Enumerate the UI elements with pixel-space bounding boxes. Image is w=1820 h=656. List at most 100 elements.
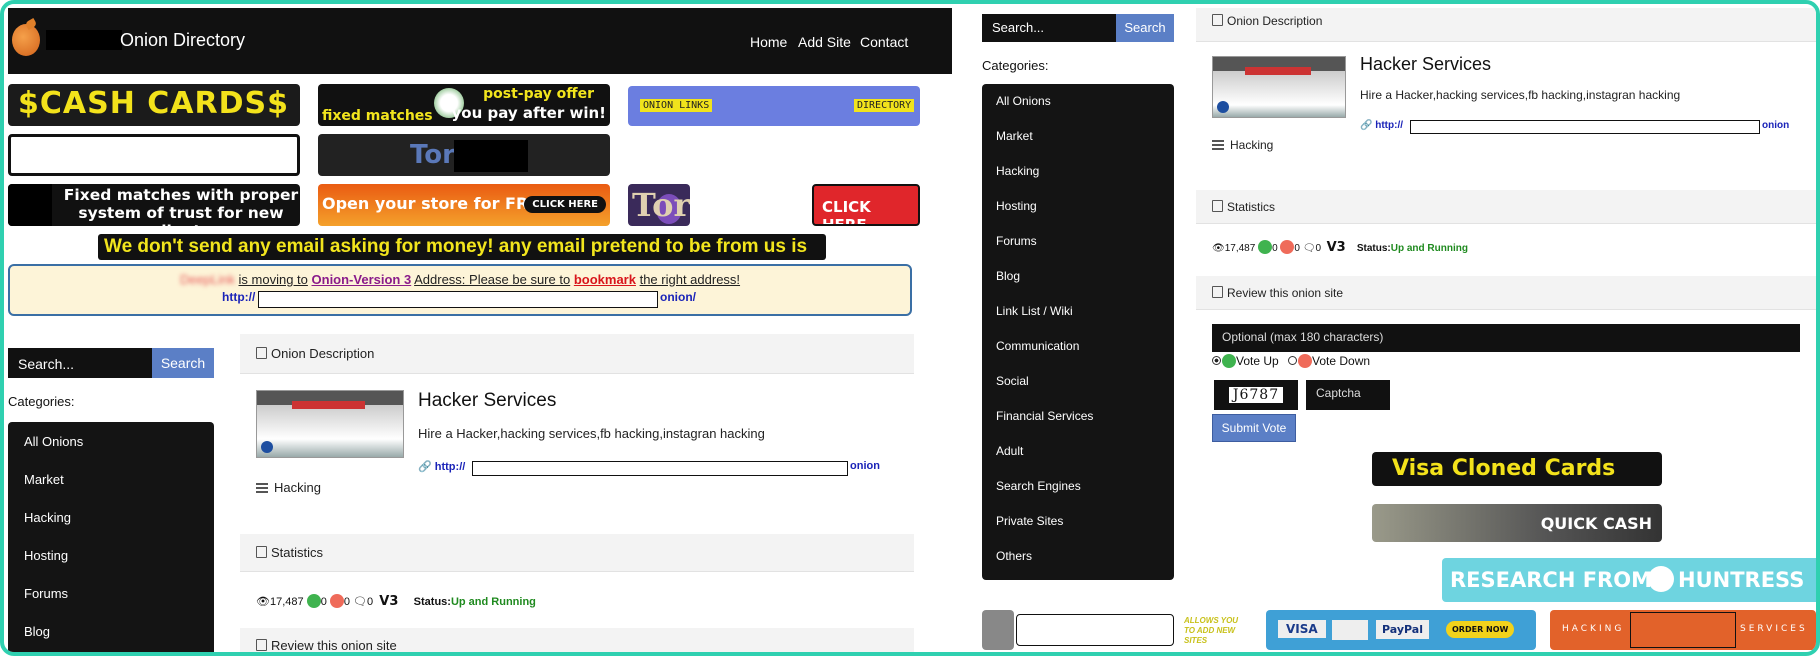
category-forums-2[interactable]: Forums [996, 234, 1037, 248]
hacking-services-ad[interactable]: HACKING SERVICES [1550, 610, 1816, 650]
blurred-site-name: DeepLink [179, 272, 235, 287]
allows-add-sites-text: ALLOWS YOU TO ADD NEW SITES [1184, 616, 1239, 645]
vote-up-option[interactable]: Vote Up [1212, 354, 1279, 368]
huntress-ad[interactable]: RESEARCH FROM HUNTRESS [1442, 558, 1816, 602]
top-navbar: Onion Directory Home Add Site Contact [8, 8, 952, 74]
onion-links-banner[interactable]: ONION LINKS DIRECTORY [628, 86, 920, 126]
screenshot-frame: Onion Directory Home Add Site Contact $C… [0, 0, 1820, 656]
category-search-engines[interactable]: Search Engines [996, 479, 1081, 493]
category-link-list[interactable]: Link List / Wiki [996, 304, 1073, 318]
nav-add-site-link[interactable]: Add Site [798, 34, 851, 50]
category-hacking[interactable]: Hacking [24, 510, 71, 525]
post-pay-banner[interactable]: post-pay offer you pay after win! fixed … [318, 84, 610, 126]
notice-url-redacted[interactable] [258, 291, 658, 308]
site-thumbnail-2[interactable] [1212, 56, 1346, 118]
eye-icon-2: 👁 [1212, 243, 1225, 254]
listing-description-2: Hire a Hacker,hacking services,fb hackin… [1360, 88, 1681, 102]
bookmark-link[interactable]: bookmark [574, 272, 636, 287]
vote-up-radio[interactable] [1212, 356, 1221, 365]
captcha-text: J6787 [1228, 387, 1284, 403]
review-comment-input[interactable]: Optional (max 180 characters) [1212, 324, 1800, 352]
click-here-banner[interactable]: CLICK HERE [812, 184, 920, 226]
views-count: 17,487 [269, 596, 304, 608]
category-hacking-2[interactable]: Hacking [996, 164, 1039, 178]
vote-up-label: Vote Up [1236, 354, 1279, 368]
vote-down-label: Vote Down [1312, 354, 1371, 368]
category-all-onions-2[interactable]: All Onions [996, 94, 1051, 108]
category-others[interactable]: Others [996, 549, 1032, 563]
visa-cloned-ad[interactable]: Visa Cloned Cards [1372, 452, 1662, 486]
listing-description: Hire a Hacker,hacking services,fb hackin… [418, 426, 765, 441]
listing-category[interactable]: Hacking [256, 480, 321, 495]
category-market[interactable]: Market [24, 472, 64, 487]
notice-text-3: the right address! [639, 272, 741, 287]
payment-ad[interactable]: VISA PayPal ORDER NOW [1266, 610, 1536, 650]
thumbnail-icon-2 [1217, 101, 1229, 113]
redacted-ad[interactable] [1016, 614, 1174, 646]
huntress-logo-icon [1648, 566, 1674, 592]
category-market-2[interactable]: Market [996, 129, 1033, 143]
listing-title[interactable]: Hacker Services [418, 390, 556, 412]
quick-cash-ad[interactable]: QUICK CASH [1372, 504, 1662, 542]
category-financial-services[interactable]: Financial Services [996, 409, 1093, 423]
listing-url-redacted[interactable] [472, 461, 848, 476]
visa-card-icon: VISA [1278, 620, 1326, 638]
statistics-line: 👁17,487 0 0 🗨0 V3 Status:Up and Running [256, 594, 536, 609]
categories-label: Categories: [8, 394, 75, 409]
huntress-text: HUNTRESS [1678, 568, 1805, 592]
search-button[interactable]: Search [152, 348, 214, 378]
captcha-input[interactable]: Captcha [1306, 380, 1390, 410]
listing-url-2[interactable]: 🔗 http:// [1360, 120, 1403, 131]
banner-image [8, 184, 52, 226]
category-all-onions[interactable]: All Onions [24, 434, 83, 449]
category-blog-2[interactable]: Blog [996, 269, 1020, 283]
nav-contact-link[interactable]: Contact [860, 34, 908, 50]
listing-url-redacted-2[interactable] [1410, 120, 1760, 134]
category-communication[interactable]: Communication [996, 339, 1079, 353]
redacted-box [454, 140, 528, 172]
nav-home-link[interactable]: Home [750, 34, 787, 50]
listing-url-suffix-2: onion [1762, 120, 1790, 131]
comment-icon-2: 🗨 [1302, 243, 1316, 254]
site-thumbnail[interactable] [256, 390, 404, 458]
listing-title-2[interactable]: Hacker Services [1360, 54, 1491, 75]
vote-down-option[interactable]: Vote Down [1288, 354, 1370, 368]
blank-banner[interactable] [8, 134, 300, 176]
category-adult[interactable]: Adult [996, 444, 1023, 458]
visa-cloned-text: Visa Cloned Cards [1392, 456, 1616, 481]
hacking-text: HACKING [1562, 624, 1625, 634]
order-now-button[interactable]: ORDER NOW [1446, 621, 1515, 638]
listing-category-2[interactable]: Hacking [1212, 138, 1273, 152]
fixed-matches-banner[interactable]: Fixed matches with proper system of trus… [8, 184, 300, 226]
category-social[interactable]: Social [996, 374, 1029, 388]
right-pane: Search... Search Categories: All Onions … [970, 8, 1816, 652]
review-icon [256, 639, 267, 651]
open-store-cta: CLICK HERE [524, 196, 606, 213]
paypal-icon: PayPal [1376, 620, 1429, 639]
tor-logo-banner[interactable]: Tor [628, 184, 690, 226]
brand-title[interactable]: Onion Directory [120, 30, 245, 51]
scam-warning-banner: We don't send any email asking for money… [98, 234, 826, 260]
search-button-2[interactable]: Search [1116, 14, 1174, 42]
tor-banner[interactable]: Tor [318, 134, 610, 176]
categories-menu: All Onions Market Hacking Hosting Forums… [8, 422, 214, 652]
list-icon-2 [1212, 140, 1224, 150]
category-forums[interactable]: Forums [24, 586, 68, 601]
open-store-banner[interactable]: Open your store for FREE CLICK HERE [318, 184, 610, 226]
category-hosting-2[interactable]: Hosting [996, 199, 1037, 213]
submit-vote-button[interactable]: Submit Vote [1212, 414, 1296, 442]
vote-down-radio[interactable] [1288, 356, 1297, 365]
cash-cards-text: $CASH CARDS$ [18, 86, 289, 121]
eye-icon: 👁 [256, 596, 270, 608]
search-input-2[interactable]: Search... [982, 14, 1116, 42]
category-blog[interactable]: Blog [24, 624, 50, 639]
search-input[interactable]: Search... [8, 348, 152, 378]
listing-url[interactable]: 🔗 http:// [418, 460, 465, 473]
cash-cards-banner[interactable]: $CASH CARDS$ [8, 84, 300, 126]
onion-version-link[interactable]: Onion-Version 3 [312, 272, 412, 287]
services-text: SERVICES [1740, 624, 1808, 634]
category-private-sites[interactable]: Private Sites [996, 514, 1063, 528]
onion-logo-icon[interactable] [12, 24, 40, 56]
review-title: Review this onion site [271, 638, 397, 653]
category-hosting[interactable]: Hosting [24, 548, 68, 563]
